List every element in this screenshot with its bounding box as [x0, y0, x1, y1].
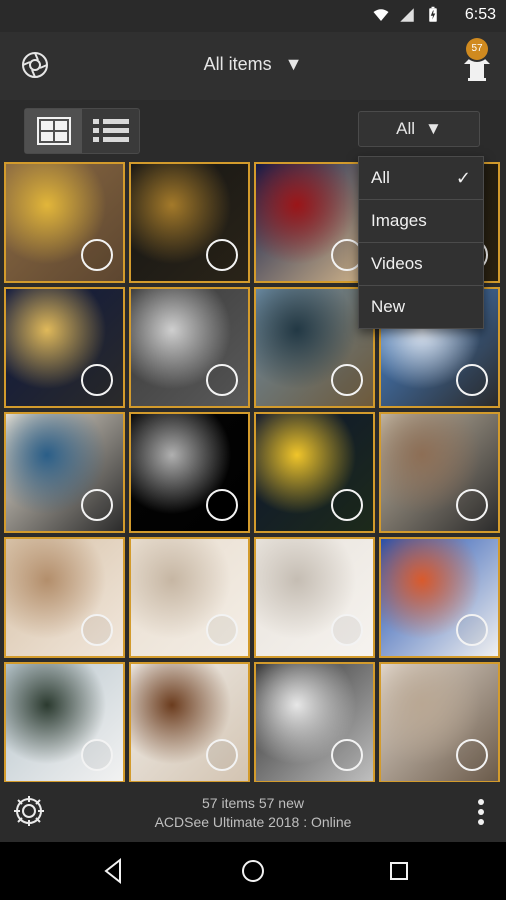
filter-dropdown[interactable]: All ▼	[358, 111, 480, 147]
thumbnail-snowy-tree-cabin[interactable]	[4, 662, 125, 783]
select-circle[interactable]	[81, 239, 113, 271]
select-circle[interactable]	[81, 739, 113, 771]
connection-text: ACDSee Ultimate 2018 : Online	[154, 814, 352, 830]
filter-menu-item-images[interactable]: Images	[359, 199, 483, 242]
select-circle[interactable]	[456, 489, 488, 521]
filter-label: All	[396, 119, 416, 138]
thumbnail-cake-slice-plate[interactable]	[129, 662, 250, 783]
filter-menu-label: All	[371, 168, 390, 187]
thumbnail-bright-hallway[interactable]	[254, 537, 375, 658]
filter-menu-label: Images	[371, 211, 427, 230]
title-caret-icon: ▼	[284, 54, 303, 74]
more-vert-icon	[478, 799, 484, 825]
status-bar: 6:53	[0, 0, 506, 32]
select-circle[interactable]	[331, 364, 363, 396]
thumbnail-coastline-island[interactable]	[254, 287, 375, 408]
select-circle[interactable]	[206, 489, 238, 521]
recents-icon[interactable]	[384, 856, 414, 886]
status-info: 57 items 57 new ACDSee Ultimate 2018 : O…	[0, 794, 506, 832]
signal-icon	[400, 8, 414, 22]
status-icons	[372, 6, 442, 24]
select-circle[interactable]	[206, 614, 238, 646]
filter-menu-item-all[interactable]: All ✓	[359, 157, 483, 199]
select-circle[interactable]	[331, 614, 363, 646]
app-bar: All items ▼ 57	[0, 32, 506, 100]
select-circle[interactable]	[206, 239, 238, 271]
grid-view-button[interactable]	[25, 109, 82, 153]
thumbnail-graffiti-mouth[interactable]	[379, 537, 500, 658]
thumbnail-seagull-over-water[interactable]	[129, 287, 250, 408]
filter-caret-icon: ▼	[425, 119, 442, 138]
wifi-icon	[373, 9, 389, 21]
filter-menu-item-new[interactable]: New	[359, 285, 483, 328]
select-circle[interactable]	[81, 614, 113, 646]
thumbnail-street-cars[interactable]	[379, 412, 500, 533]
filter-menu-item-videos[interactable]: Videos	[359, 242, 483, 285]
thumbnail-open-book-pages[interactable]	[129, 537, 250, 658]
battery-icon	[429, 6, 437, 22]
home-icon[interactable]	[238, 856, 268, 886]
select-circle[interactable]	[456, 364, 488, 396]
select-circle[interactable]	[81, 489, 113, 521]
select-circle[interactable]	[456, 614, 488, 646]
title-dropdown[interactable]: All items ▼	[0, 54, 506, 75]
system-nav-bar	[0, 842, 506, 900]
thumbnail-yellow-rose-blue[interactable]	[4, 287, 125, 408]
filter-menu-label: Videos	[371, 254, 423, 273]
back-icon[interactable]	[98, 856, 128, 886]
thumbnail-moon-night[interactable]	[129, 412, 250, 533]
more-options-button[interactable]	[476, 796, 486, 828]
status-time: 6:53	[464, 6, 496, 23]
filter-menu: All ✓ Images Videos New	[358, 156, 484, 329]
thumbnail-bottles-in-dark[interactable]	[129, 162, 250, 283]
thumbnail-white-paper-gradient[interactable]	[254, 662, 375, 783]
upload-count-badge: 57	[466, 38, 488, 60]
select-circle[interactable]	[331, 739, 363, 771]
select-circle[interactable]	[206, 364, 238, 396]
select-circle[interactable]	[331, 489, 363, 521]
bottom-bar: 57 items 57 new ACDSee Ultimate 2018 : O…	[0, 782, 506, 842]
thumbnail-island-in-sea[interactable]	[4, 412, 125, 533]
view-mode-toggle	[24, 108, 140, 154]
thumbnail-person-on-pier[interactable]	[379, 662, 500, 783]
grid-view-icon	[36, 117, 71, 145]
thumbnail-maple-leaf-on-wood[interactable]	[4, 162, 125, 283]
select-circle[interactable]	[206, 739, 238, 771]
toolbar: All ▼	[0, 100, 506, 162]
list-view-button[interactable]	[82, 109, 139, 153]
filter-menu-label: New	[371, 297, 406, 316]
thumbnail-yellow-tulips-dark[interactable]	[254, 412, 375, 533]
thumbnail-bathroom-interior[interactable]	[4, 537, 125, 658]
counts-text: 57 items 57 new	[202, 795, 304, 811]
page-title: All items	[203, 54, 272, 74]
list-view-icon	[92, 119, 129, 142]
select-circle[interactable]	[456, 739, 488, 771]
thumbnail-red-flowers-blue-night[interactable]	[254, 162, 375, 283]
select-circle[interactable]	[81, 364, 113, 396]
check-icon: ✓	[455, 167, 471, 188]
